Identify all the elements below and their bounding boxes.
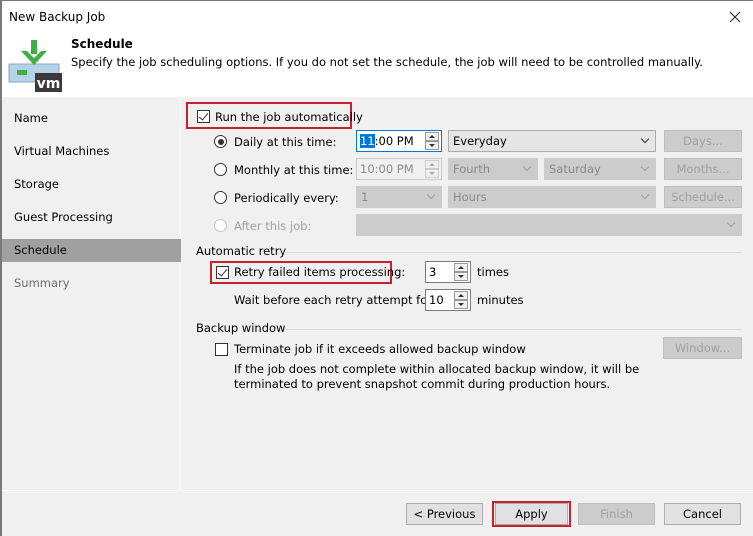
chevron-down-icon [522,162,532,172]
spin-up-icon[interactable] [425,132,439,141]
cancel-button[interactable]: Cancel [664,503,741,525]
daily-radio[interactable] [214,135,227,148]
spin-down-icon[interactable] [425,169,439,178]
months-button[interactable]: Months... [664,158,742,180]
after-job-radio [214,219,227,232]
chevron-down-icon [726,218,736,228]
monthly-day-value: Saturday [549,162,601,176]
periodically-unit-select[interactable]: Hours [448,186,656,208]
chevron-down-icon [640,134,650,144]
footer-divider [2,490,753,491]
spin-down-icon[interactable] [425,141,439,150]
title-bar: New Backup Job [2,1,753,33]
sidebar-item-summary: Summary [2,272,181,295]
sidebar-item-label: Name [14,111,48,125]
periodically-radio[interactable] [214,191,227,204]
monthly-label: Monthly at this time: [234,163,354,177]
spin-up-icon[interactable] [454,263,468,272]
chevron-down-icon [426,190,436,200]
window-title: New Backup Job [9,10,106,24]
retry-unit-label: times [477,265,509,279]
daily-frequency-select[interactable]: Everyday [448,130,656,152]
after-job-select [356,214,742,236]
daily-time-value: 11:00 PM [360,134,414,148]
step-description: Specify the job scheduling options. If y… [71,55,703,69]
wait-unit-label: minutes [477,293,524,307]
wait-minutes-spinner[interactable] [454,291,468,309]
monthly-time-input[interactable]: 10:00 PM [356,158,442,180]
retry-label: Retry failed items processing: [234,265,406,279]
chevron-down-icon [640,190,650,200]
chevron-down-icon [640,162,650,172]
monthly-week-select[interactable]: Fourth [448,158,538,180]
spin-up-icon[interactable] [454,291,468,300]
retry-checkbox[interactable] [216,266,229,279]
step-title: Schedule [71,37,133,51]
sidebar-item-label: Storage [14,177,59,191]
wizard-header: vm Schedule Specify the job scheduling o… [2,33,753,97]
retry-count-value: 3 [429,265,437,279]
apply-button[interactable]: Apply [495,503,568,525]
periodically-unit-value: Hours [453,190,487,204]
sidebar-item-guest-processing[interactable]: Guest Processing [2,206,181,229]
after-job-label: After this job: [234,219,312,233]
spin-down-icon[interactable] [454,300,468,309]
terminate-checkbox[interactable] [215,343,228,356]
backup-window-divider [284,329,742,330]
close-button[interactable] [723,5,747,29]
vm-backup-icon: vm [8,40,62,92]
automatic-retry-divider [284,252,742,253]
monthly-radio[interactable] [214,163,227,176]
backup-window-description-1: If the job does not complete within allo… [234,362,640,376]
run-automatically-label: Run the job automatically [215,110,363,124]
sidebar-item-schedule[interactable]: Schedule [2,239,181,262]
spin-up-icon[interactable] [425,160,439,169]
wait-minutes-input[interactable]: 10 [425,289,471,311]
sidebar-item-name[interactable]: Name [2,107,181,130]
retry-count-input[interactable]: 3 [425,261,471,283]
schedule-button[interactable]: Schedule... [664,186,742,208]
sidebar-item-storage[interactable]: Storage [2,173,181,196]
sidebar-item-label: Virtual Machines [14,144,110,158]
sidebar-item-virtual-machines[interactable]: Virtual Machines [2,140,181,163]
window-button[interactable]: Window... [663,337,742,359]
daily-time-spinner[interactable] [425,132,439,150]
retry-count-spinner[interactable] [454,263,468,281]
backup-window-description-2: terminated to prevent snapshot commit du… [234,377,611,391]
daily-time-input[interactable]: 11:00 PM [356,130,442,152]
monthly-time-spinner[interactable] [425,160,439,178]
terminate-label: Terminate job if it exceeds allowed back… [234,342,526,356]
periodically-label: Periodically every: [234,191,339,205]
periodically-value: 1 [361,190,369,204]
monthly-day-select[interactable]: Saturday [544,158,656,180]
sidebar-item-label: Guest Processing [14,210,113,224]
periodically-value-select[interactable]: 1 [356,186,442,208]
sidebar-item-label: Schedule [14,243,67,257]
monthly-week-value: Fourth [453,162,491,176]
wait-label: Wait before each retry attempt for: [234,293,436,307]
daily-frequency-value: Everyday [453,134,507,148]
daily-time-rest: :00 PM [374,134,414,148]
close-icon [729,11,741,23]
daily-time-hour: 11 [360,134,375,148]
svg-text:vm: vm [37,76,61,92]
automatic-retry-group-label: Automatic retry [196,244,287,258]
daily-label: Daily at this time: [234,135,337,149]
spin-down-icon[interactable] [454,272,468,281]
backup-window-group-label: Backup window [196,321,286,335]
days-button[interactable]: Days... [664,130,742,152]
new-backup-job-window: New Backup Job vm Schedule Specify the j… [0,0,753,536]
previous-button[interactable]: < Previous [406,503,483,525]
wizard-steps-sidebar: Name Virtual Machines Storage Guest Proc… [2,97,181,490]
wait-minutes-value: 10 [429,293,444,307]
run-automatically-checkbox[interactable] [197,110,210,123]
sidebar-item-label: Summary [14,276,70,290]
finish-button: Finish [578,503,655,525]
schedule-panel: Run the job automatically Daily at this … [182,97,753,490]
monthly-time-value: 10:00 PM [360,162,414,176]
